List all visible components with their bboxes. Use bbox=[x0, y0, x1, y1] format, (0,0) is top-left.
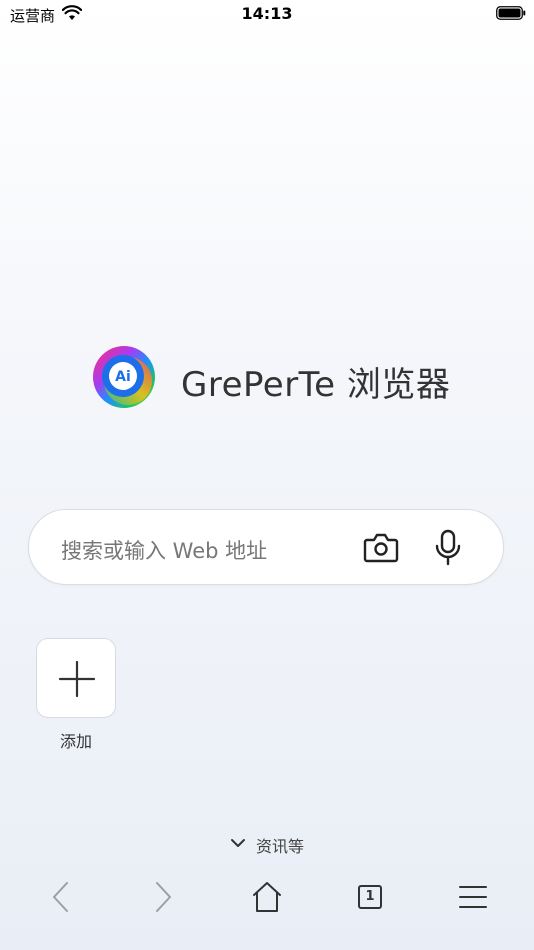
microphone-icon[interactable] bbox=[433, 529, 463, 567]
plus-icon bbox=[58, 660, 96, 698]
search-bar[interactable]: 搜索或输入 Web 地址 bbox=[28, 509, 504, 585]
status-bar: 运营商 14:13 bbox=[0, 0, 534, 28]
back-button[interactable] bbox=[44, 880, 78, 914]
search-input[interactable]: 搜索或输入 Web 地址 bbox=[61, 535, 267, 565]
logo-badge-text: Ai bbox=[115, 369, 131, 385]
add-shortcut[interactable]: 添加 bbox=[36, 638, 118, 752]
browser-logo: Ai GrePerTe 浏览器 bbox=[0, 345, 534, 409]
home-button[interactable] bbox=[250, 880, 284, 914]
news-toggle[interactable]: 资讯等 bbox=[0, 833, 534, 856]
browser-logo-icon: Ai bbox=[93, 346, 155, 408]
status-time: 14:13 bbox=[241, 4, 293, 23]
battery-icon bbox=[496, 6, 526, 20]
add-shortcut-label: 添加 bbox=[59, 732, 92, 751]
bottom-toolbar: 1 bbox=[0, 866, 534, 928]
tab-count: 1 bbox=[358, 885, 382, 909]
tabs-button[interactable]: 1 bbox=[353, 880, 387, 914]
browser-title: GrePerTe 浏览器 bbox=[181, 365, 451, 405]
camera-icon[interactable] bbox=[363, 530, 399, 564]
add-shortcut-button[interactable] bbox=[36, 638, 116, 718]
forward-button[interactable] bbox=[146, 880, 180, 914]
chevron-down-icon bbox=[230, 839, 245, 847]
news-toggle-label: 资讯等 bbox=[255, 837, 304, 856]
menu-button[interactable] bbox=[456, 880, 490, 914]
